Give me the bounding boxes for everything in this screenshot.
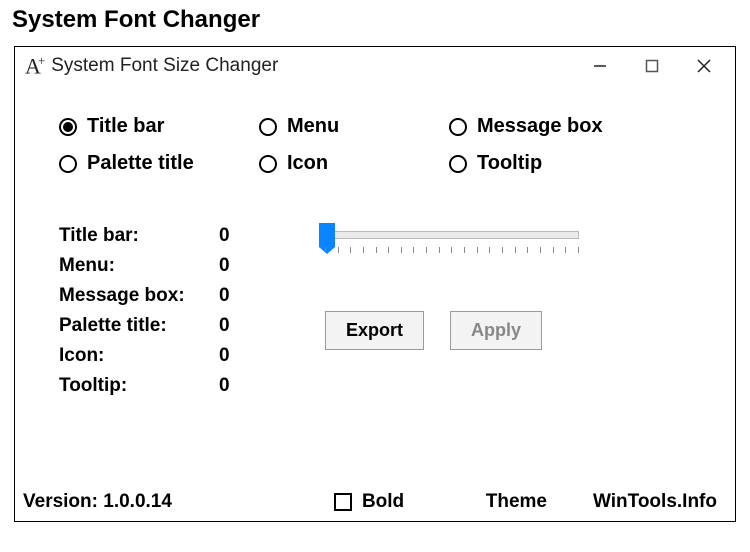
a-plus-icon: A+ xyxy=(25,53,43,79)
radio-label: Palette title xyxy=(87,152,194,175)
value-number: 0 xyxy=(219,375,259,397)
value-number: 0 xyxy=(219,225,259,247)
radio-label: Icon xyxy=(287,152,328,175)
radio-label: Message box xyxy=(477,115,603,138)
right-column: Export Apply xyxy=(319,225,705,397)
size-slider[interactable] xyxy=(319,221,579,261)
version-text: Version: 1.0.0.14 xyxy=(23,491,172,513)
radio-circle-icon xyxy=(449,155,467,173)
theme-button[interactable]: Theme xyxy=(486,491,547,513)
mid-section: Title bar: 0 Menu: 0 Message box: 0 Pale… xyxy=(59,225,705,397)
value-number: 0 xyxy=(219,255,259,277)
version-label: Version: xyxy=(23,491,98,512)
radio-tooltip[interactable]: Tooltip xyxy=(449,152,689,175)
value-label: Tooltip: xyxy=(59,375,219,397)
page-heading: System Font Changer xyxy=(0,0,750,46)
slider-ticks xyxy=(325,247,579,255)
radio-palette-title[interactable]: Palette title xyxy=(59,152,259,175)
close-icon[interactable] xyxy=(695,57,713,75)
radio-icon[interactable]: Icon xyxy=(259,152,449,175)
value-number: 0 xyxy=(219,285,259,307)
radio-circle-icon xyxy=(449,118,467,136)
radio-circle-icon xyxy=(59,118,77,136)
radio-label: Title bar xyxy=(87,115,164,138)
value-label: Title bar: xyxy=(59,225,219,247)
wintools-link[interactable]: WinTools.Info xyxy=(593,491,717,513)
window-title: System Font Size Changer xyxy=(51,55,278,77)
bold-checkbox[interactable]: Bold xyxy=(334,491,404,513)
titlebar-left: A+ System Font Size Changer xyxy=(25,53,278,79)
radio-group: Title bar Menu Message box Palette title… xyxy=(59,115,705,175)
titlebar: A+ System Font Size Changer xyxy=(15,47,735,85)
radio-label: Tooltip xyxy=(477,152,542,175)
button-row: Export Apply xyxy=(325,311,687,350)
slider-thumb-icon[interactable] xyxy=(319,223,335,247)
value-label: Message box: xyxy=(59,285,219,307)
window-body: Title bar Menu Message box Palette title… xyxy=(15,85,735,407)
footer: Version: 1.0.0.14 Bold Theme WinTools.In… xyxy=(15,491,735,513)
radio-title-bar[interactable]: Title bar xyxy=(59,115,259,138)
apply-button[interactable]: Apply xyxy=(450,311,542,350)
radio-circle-icon xyxy=(259,118,277,136)
value-label: Palette title: xyxy=(59,315,219,337)
radio-circle-icon xyxy=(259,155,277,173)
slider-track xyxy=(325,231,579,239)
window-controls xyxy=(591,57,725,75)
value-label: Icon: xyxy=(59,345,219,367)
radio-message-box[interactable]: Message box xyxy=(449,115,689,138)
value-label: Menu: xyxy=(59,255,219,277)
checkbox-icon xyxy=(334,493,352,511)
bold-label: Bold xyxy=(362,491,404,513)
values-table: Title bar: 0 Menu: 0 Message box: 0 Pale… xyxy=(59,225,259,397)
radio-circle-icon xyxy=(59,155,77,173)
radio-menu[interactable]: Menu xyxy=(259,115,449,138)
value-number: 0 xyxy=(219,315,259,337)
export-button[interactable]: Export xyxy=(325,311,424,350)
minimize-icon[interactable] xyxy=(591,57,609,75)
maximize-icon[interactable] xyxy=(643,57,661,75)
radio-label: Menu xyxy=(287,115,339,138)
version-value: 1.0.0.14 xyxy=(103,491,172,512)
app-window: A+ System Font Size Changer Title bar Me… xyxy=(14,46,736,522)
value-number: 0 xyxy=(219,345,259,367)
